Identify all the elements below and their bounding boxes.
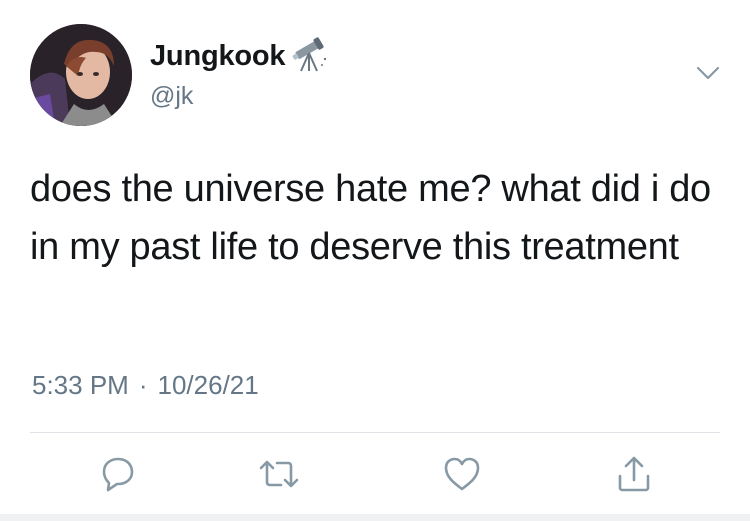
more-options-button[interactable] bbox=[693, 62, 723, 84]
tweet-timestamp[interactable]: 5:33 PM · 10/26/21 bbox=[32, 370, 259, 401]
heart-icon bbox=[444, 457, 480, 491]
tweet-date: 10/26/21 bbox=[157, 370, 259, 400]
telescope-icon bbox=[292, 36, 327, 71]
author-name-row[interactable]: Jungkook bbox=[150, 36, 329, 73]
divider bbox=[30, 432, 720, 433]
share-icon bbox=[618, 456, 650, 492]
tweet-text: does the universe hate me? what did i do… bbox=[30, 168, 711, 268]
retweet-button[interactable] bbox=[257, 452, 301, 496]
like-button[interactable] bbox=[440, 452, 484, 496]
avatar-image bbox=[30, 24, 132, 126]
avatar[interactable] bbox=[30, 24, 132, 126]
reply-button[interactable] bbox=[96, 452, 140, 496]
share-button[interactable] bbox=[612, 452, 656, 496]
display-name[interactable]: Jungkook bbox=[150, 40, 286, 73]
chevron-down-icon bbox=[696, 66, 720, 80]
author-handle[interactable]: @jk bbox=[150, 82, 193, 111]
retweet-icon bbox=[259, 460, 299, 488]
tweet-time: 5:33 PM bbox=[32, 370, 129, 400]
reply-icon bbox=[102, 457, 134, 492]
meta-separator: · bbox=[138, 370, 148, 400]
bottom-border bbox=[0, 514, 750, 521]
